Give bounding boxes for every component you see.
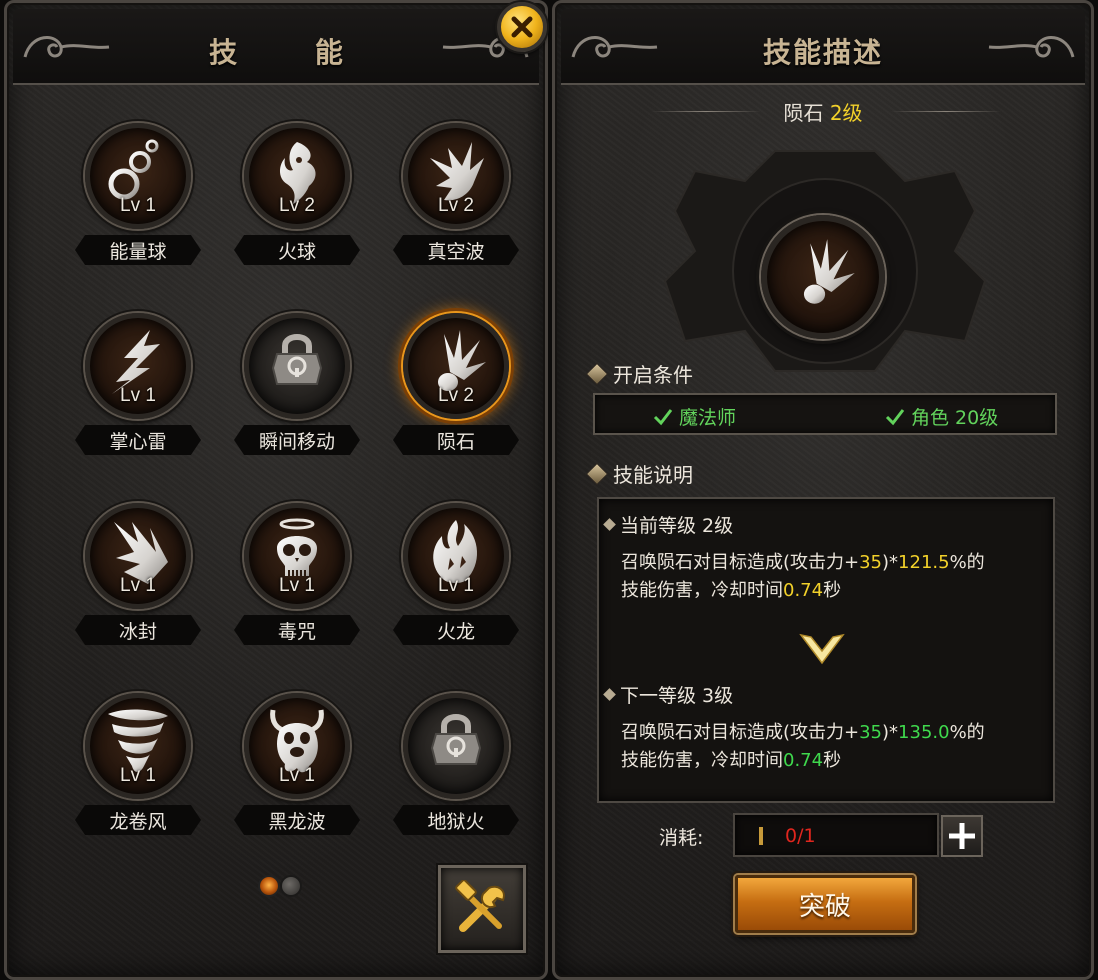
skill-slot[interactable]: Lv 2 陨石 [391, 313, 521, 455]
skill-slot[interactable]: Lv 1 毒咒 [232, 503, 362, 645]
skill-level: Lv 1 [120, 195, 156, 216]
current-level-description: 召唤陨石对目标造成(攻击力+35)*121.5%的 技能伤害，冷却时间0.74秒 [621, 552, 985, 601]
skill-slot[interactable]: 地狱火 [391, 693, 521, 835]
skill-slot[interactable]: Lv 1 冰封 [73, 503, 203, 645]
description-header: 技能描述 [561, 9, 1085, 85]
skills-panel: 技 能 Lv 1 能量球 Lv 2 火球 Lv 2 真空波 Lv 1 掌心雷 瞬间移动 Lv 2 陨… [4, 0, 548, 980]
skill-level: Lv 2 [438, 385, 474, 406]
locked-padlock-icon [422, 708, 490, 776]
next-level-heading: 下一等级 3级 [603, 681, 733, 708]
skill-name: 瞬间移动 [234, 425, 360, 455]
material-icon [759, 827, 763, 845]
skill-name: 黑龙波 [234, 805, 360, 835]
plus-icon [949, 823, 975, 849]
skill-level: Lv 1 [438, 575, 474, 596]
skill-slot[interactable]: Lv 1 火龙 [391, 503, 521, 645]
skill-level: Lv 1 [120, 575, 156, 596]
description-heading: 技能说明 [585, 459, 693, 488]
skill-level: Lv 1 [279, 765, 315, 786]
requirement-level: 角色 20级 [885, 403, 998, 430]
page-indicator [260, 877, 300, 895]
skill-level: Lv 2 [438, 195, 474, 216]
skill-name: 火球 [234, 235, 360, 265]
cost-value: 0/1 [785, 825, 816, 847]
selected-skill-name: 陨石 [783, 101, 824, 125]
locked-padlock-icon [263, 328, 331, 396]
skill-name: 陨石 [393, 425, 519, 455]
selected-skill-level: 2级 [829, 101, 863, 125]
cost-field: 0/1 [733, 813, 939, 857]
close-button[interactable] [497, 2, 547, 52]
chevron-down-icon [799, 633, 845, 665]
add-material-button[interactable] [941, 815, 983, 857]
description-title: 技能描述 [762, 36, 883, 69]
skill-slot[interactable]: Lv 1 龙卷风 [73, 693, 203, 835]
requirements-box: 魔法师 角色 20级 [593, 393, 1057, 435]
skill-name: 毒咒 [234, 615, 360, 645]
close-icon [511, 16, 533, 38]
bullet-icon [603, 518, 616, 531]
requirement-class: 魔法师 [653, 403, 736, 430]
skill-name: 地狱火 [393, 805, 519, 835]
skill-icon-frame [244, 313, 350, 419]
breakthrough-button[interactable]: 突破 [735, 875, 915, 933]
skill-grid: Lv 1 能量球 Lv 2 火球 Lv 2 真空波 Lv 1 掌心雷 瞬间移动 Lv 2 陨石 Lv … [73, 123, 523, 835]
skill-slot[interactable]: Lv 1 黑龙波 [232, 693, 362, 835]
skill-name: 冰封 [75, 615, 201, 645]
diamond-bullet-icon [585, 462, 609, 485]
skill-name: 龙卷风 [75, 805, 201, 835]
skill-name: 火龙 [393, 615, 519, 645]
skill-name: 掌心雷 [75, 425, 201, 455]
meteor-icon [787, 237, 859, 309]
skills-header: 技 能 [13, 9, 539, 85]
skill-name: 真空波 [393, 235, 519, 265]
skill-slot[interactable]: Lv 2 火球 [232, 123, 362, 265]
page-dot-active[interactable] [260, 877, 278, 895]
selected-skill-title: 陨石 2级 [555, 97, 1091, 126]
requirements-heading: 开启条件 [585, 359, 693, 388]
skill-slot[interactable]: 瞬间移动 [232, 313, 362, 455]
skill-icon-frame [403, 693, 509, 799]
skill-level: Lv 2 [279, 195, 315, 216]
wrench-hammer-icon [455, 880, 505, 932]
skill-level: Lv 1 [120, 385, 156, 406]
skill-level: Lv 1 [279, 575, 315, 596]
bullet-icon [603, 688, 616, 701]
page-dot[interactable] [282, 877, 300, 895]
check-icon [885, 407, 905, 427]
selected-skill-icon [761, 215, 885, 339]
skill-slot[interactable]: Lv 1 掌心雷 [73, 313, 203, 455]
cost-label: 消耗: [659, 827, 704, 849]
skill-name: 能量球 [75, 235, 201, 265]
check-icon [653, 407, 673, 427]
skill-description-panel: 技能描述 陨石 2级 开启条件 魔法师 角色 20级 技能说明 当前等级 2级 … [552, 0, 1094, 980]
skill-slot[interactable]: Lv 1 能量球 [73, 123, 203, 265]
next-level-description: 召唤陨石对目标造成(攻击力+35)*135.0%的 技能伤害，冷却时间0.74秒 [621, 722, 985, 771]
current-level-heading: 当前等级 2级 [603, 511, 733, 538]
skill-level: Lv 1 [120, 765, 156, 786]
tools-button[interactable] [438, 865, 526, 953]
description-box: 当前等级 2级 召唤陨石对目标造成(攻击力+35)*121.5%的 技能伤害，冷… [597, 497, 1055, 803]
skill-slot[interactable]: Lv 2 真空波 [391, 123, 521, 265]
diamond-bullet-icon [585, 362, 609, 385]
skills-title: 技 能 [209, 36, 377, 69]
